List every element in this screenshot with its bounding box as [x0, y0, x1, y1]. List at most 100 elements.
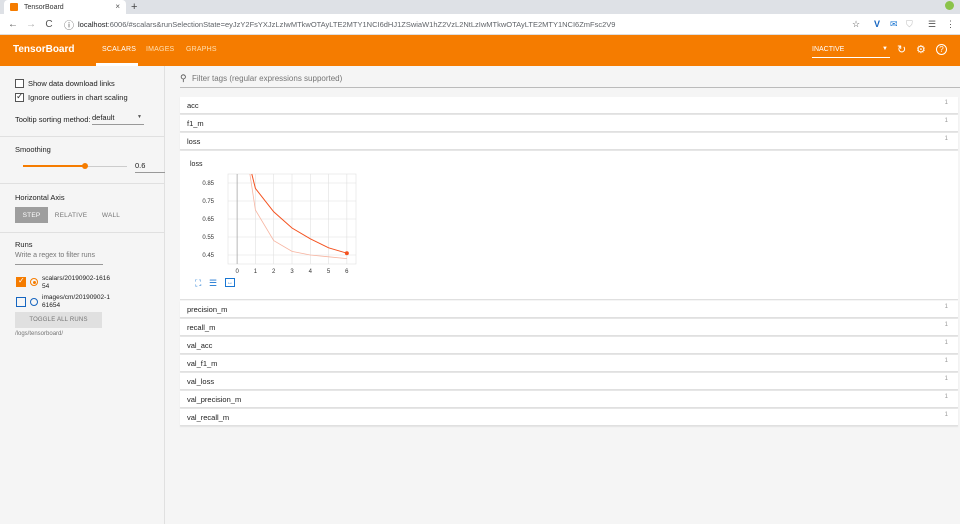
tag-row-recall-m[interactable]: recall_m 1: [180, 319, 958, 336]
bookmark-star-icon[interactable]: ☆: [852, 19, 860, 30]
tag-name: precision_m: [187, 305, 228, 314]
chart-y-tick-label: 0.55: [202, 235, 214, 241]
log-scale-icon[interactable]: ☰: [209, 278, 217, 289]
settings-gear-icon[interactable]: ⚙: [916, 43, 926, 56]
smoothing-label: Smoothing: [15, 145, 51, 154]
extension-mail-icon[interactable]: ✉: [890, 19, 898, 30]
run-checkbox-scalars[interactable]: [16, 276, 26, 287]
tag-row-val-f1-m[interactable]: val_f1_m 1: [180, 355, 958, 372]
tag-name: acc: [187, 101, 199, 110]
chart-series-line: [249, 173, 347, 259]
dropdown-arrow-icon: ▼: [137, 114, 142, 120]
divider: [0, 183, 164, 184]
tag-row-acc[interactable]: acc 1: [180, 97, 958, 114]
tag-count: 1: [944, 394, 948, 400]
tab-graphs[interactable]: GRAPHS: [186, 46, 217, 53]
tag-name: recall_m: [187, 323, 216, 332]
chart-x-tick-label: 2: [272, 269, 276, 275]
axis-relative-button[interactable]: RELATIVE: [52, 207, 90, 223]
tag-count: 1: [944, 304, 948, 310]
loss-chart[interactable]: 0 1 2 3 4 5 6 0.45 0.55 0.65 0.75 0.85: [180, 151, 380, 276]
chart-x-tick-label: 3: [290, 269, 294, 275]
close-tab-icon[interactable]: ×: [115, 2, 120, 11]
tag-name: val_recall_m: [187, 413, 230, 422]
run-radio-images[interactable]: [30, 298, 38, 306]
run-label-scalars: scalars/20190902-161654: [42, 275, 110, 290]
log-directory: /logs/tensorboard/: [15, 331, 64, 337]
smoothing-slider-fill: [23, 165, 86, 167]
reload-icon[interactable]: C: [44, 19, 54, 30]
browser-menu-icon[interactable]: ⋮: [946, 19, 955, 30]
url-path: :6006/#scalars&runSelectionState=eyJzY2F…: [107, 19, 616, 29]
tag-row-f1-m[interactable]: f1_m 1: [180, 115, 958, 132]
tag-count: 1: [944, 340, 948, 346]
tag-row-precision-m[interactable]: precision_m 1: [180, 301, 958, 318]
expand-chart-icon[interactable]: ⛶: [195, 278, 201, 289]
chart-x-tick-label: 4: [309, 269, 313, 275]
window-control-icon[interactable]: [945, 1, 954, 10]
forward-icon[interactable]: →: [26, 19, 36, 30]
smoothing-slider-handle[interactable]: [82, 163, 89, 169]
tag-row-val-loss[interactable]: val_loss 1: [180, 373, 958, 390]
browser-tabbar: TensorBoard × +: [0, 0, 960, 14]
tab-images[interactable]: IMAGES: [146, 46, 174, 53]
tag-count: 1: [944, 358, 948, 364]
help-icon[interactable]: ?: [936, 44, 947, 55]
dropdown-arrow-icon: ▼: [882, 46, 888, 52]
run-label-images: images/cm/20190902-161654: [42, 294, 110, 309]
new-tab-icon[interactable]: +: [131, 0, 137, 14]
tag-name: f1_m: [187, 119, 204, 128]
tag-name: val_acc: [187, 341, 213, 350]
tag-row-val-precision-m[interactable]: val_precision_m 1: [180, 391, 958, 408]
tag-count: 1: [944, 412, 948, 418]
tag-count: 1: [944, 118, 948, 124]
tooltip-sort-label: Tooltip sorting method:: [15, 115, 91, 124]
browser-tab-title: TensorBoard: [24, 3, 64, 11]
tag-filter-input[interactable]: ⚲ Filter tags (regular expressions suppo…: [180, 73, 960, 88]
tag-count: 1: [944, 376, 948, 382]
tag-count: 1: [944, 322, 948, 328]
tag-row-loss[interactable]: loss 1: [180, 133, 958, 150]
address-bar: ← → C ⓘ localhost:6006/#scalars&runSelec…: [0, 14, 960, 35]
chart-x-tick-label: 6: [345, 269, 349, 275]
extension-reader-icon[interactable]: ☰: [928, 19, 936, 30]
ignore-outliers-checkbox[interactable]: [15, 91, 24, 102]
extension-shield-icon[interactable]: ⛉: [906, 19, 913, 30]
show-download-checkbox[interactable]: [15, 79, 24, 88]
divider: [0, 136, 164, 137]
chart-y-tick-label: 0.45: [202, 253, 214, 259]
app-brand: TensorBoard: [13, 44, 75, 55]
tag-filter-placeholder: Filter tags (regular expressions support…: [192, 74, 343, 83]
url-field[interactable]: localhost:6006/#scalars&runSelectionStat…: [78, 20, 615, 29]
axis-step-button[interactable]: STEP: [15, 207, 48, 223]
divider: [0, 232, 164, 233]
site-info-icon[interactable]: ⓘ: [64, 17, 74, 32]
run-radio-scalars[interactable]: [30, 278, 38, 286]
tensorboard-favicon: [10, 3, 18, 11]
tooltip-sort-value: default: [92, 113, 115, 122]
tab-scalars[interactable]: SCALARS: [102, 46, 136, 53]
smoothing-input[interactable]: 0.6: [135, 161, 165, 173]
reload-data-icon[interactable]: ↻: [897, 43, 906, 56]
browser-tab[interactable]: TensorBoard ×: [4, 0, 126, 14]
plugin-select-value: INACTIVE: [812, 46, 845, 53]
plugin-select[interactable]: INACTIVE ▼: [812, 44, 890, 58]
toggle-all-runs-button[interactable]: TOGGLE ALL RUNS: [15, 312, 102, 328]
tag-count: 1: [944, 100, 948, 106]
fit-domain-icon[interactable]: ↔: [225, 278, 235, 287]
chart-last-point: [344, 251, 349, 256]
tag-row-val-acc[interactable]: val_acc 1: [180, 337, 958, 354]
run-filter-input[interactable]: Write a regex to filter runs: [15, 252, 103, 265]
app-header: TensorBoard SCALARS IMAGES GRAPHS INACTI…: [0, 35, 960, 66]
tag-row-val-recall-m[interactable]: val_recall_m 1: [180, 409, 958, 426]
loss-chart-card: loss 0 1 2 3 4 5 6 0.45 0.55 0.65 0.75 0.85 ⛶ ☰ ↔: [180, 151, 958, 300]
tag-count: 1: [944, 136, 948, 142]
tag-name: val_loss: [187, 377, 215, 386]
tooltip-sort-select[interactable]: default ▼: [92, 113, 144, 125]
run-checkbox-images[interactable]: [16, 297, 26, 307]
chart-y-tick-label: 0.65: [202, 217, 214, 223]
url-host: localhost: [78, 19, 108, 29]
back-icon[interactable]: ←: [8, 19, 18, 30]
axis-wall-button[interactable]: WALL: [96, 207, 126, 223]
extension-v-icon[interactable]: V: [874, 19, 880, 29]
